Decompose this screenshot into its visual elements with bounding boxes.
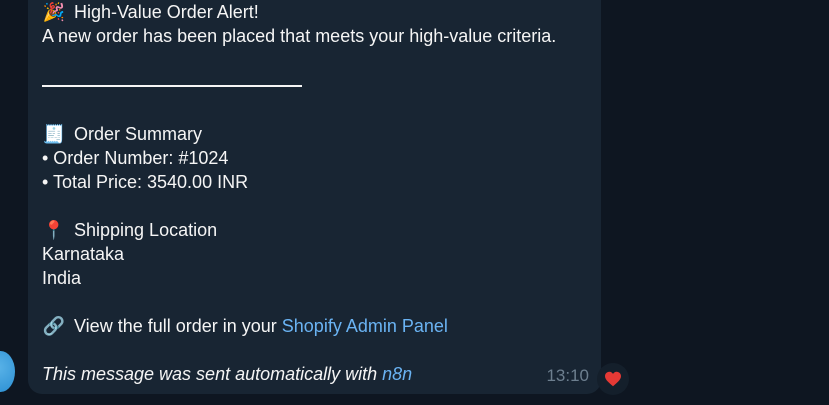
summary-heading: Order Summary [74,124,203,144]
reaction-badge[interactable] [597,363,629,395]
link-icon: 🔗 [42,316,66,337]
chat-area: 🎉 High-Value Order Alert! A new order has… [0,0,829,405]
heart-icon [604,371,622,387]
shipping-state: Karnataka [42,244,125,264]
shipping-country: India [42,268,82,288]
total-price: • Total Price: 3540.00 INR [42,172,249,192]
order-number: • Order Number: #1024 [42,148,229,168]
footer-text: This message was sent automatically with [42,364,383,384]
view-order-line: 🔗 View the full order in your Shopify Adm… [42,314,602,338]
message-bubble[interactable]: 🎉 High-Value Order Alert! A new order has… [28,0,601,394]
n8n-link[interactable]: n8n [382,364,412,384]
alert-title: High-Value Order Alert! [74,2,259,22]
footer-line: This message was sent automatically with… [42,362,602,386]
message-time: 13:10 [546,366,589,385]
message-content: 🎉 High-Value Order Alert! A new order has… [42,0,602,386]
party-popper-icon: 🎉 [42,2,66,23]
avatar[interactable] [0,351,15,392]
receipt-icon: 🧾 [42,124,66,145]
view-order-text: View the full order in your [74,316,282,336]
shopify-admin-link[interactable]: Shopify Admin Panel [282,316,448,336]
summary-heading-line: 🧾 Order Summary [42,122,602,146]
title-line: 🎉 High-Value Order Alert! [42,0,602,24]
intro-text: A new order has been placed that meets y… [42,26,557,46]
shipping-heading-line: 📍 Shipping Location [42,218,602,242]
shipping-heading: Shipping Location [74,220,218,240]
pin-icon: 📍 [42,220,66,241]
